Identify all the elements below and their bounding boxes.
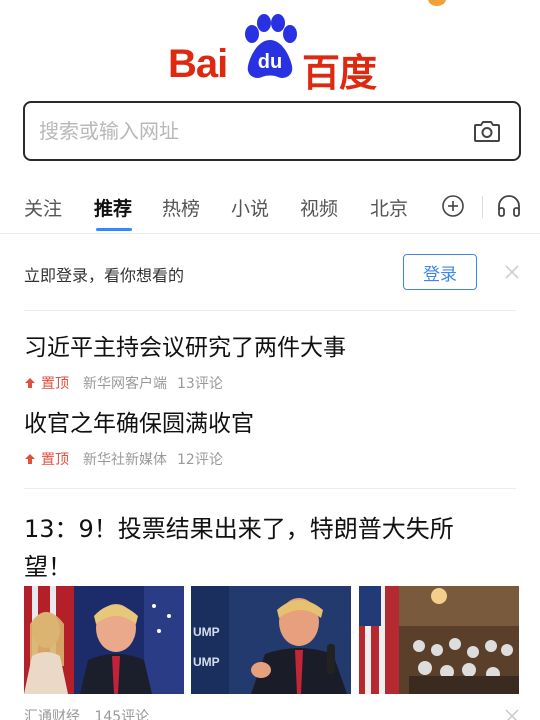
baidu-logo: Bai du 百度	[0, 14, 540, 95]
comment-count: 145评论	[94, 709, 150, 720]
news-meta: 置顶 新华社新媒体 12评论	[24, 449, 223, 469]
search-box[interactable]	[23, 101, 521, 161]
status-indicator	[428, 0, 446, 6]
comment-count: 13评论	[177, 376, 223, 392]
paw-logo-icon: du	[245, 14, 297, 78]
news-source: 汇通财经	[24, 709, 80, 720]
divider	[24, 488, 516, 489]
channel-tabs: 关注 推荐 热榜 小说 视频 北京	[0, 188, 540, 232]
search-input[interactable]	[39, 103, 459, 159]
pin-arrow-icon	[25, 454, 35, 464]
tab-recommend[interactable]: 推荐	[94, 194, 132, 221]
backdrop-text-ump: UMP	[193, 625, 220, 639]
active-tab-indicator	[96, 228, 132, 231]
thumbnail-image[interactable]: UMP UMP	[191, 586, 351, 694]
close-icon[interactable]	[504, 708, 520, 720]
add-channel-icon[interactable]	[441, 194, 465, 218]
headphones-icon[interactable]	[496, 194, 522, 218]
logo-text-du: du	[258, 51, 282, 73]
divider	[24, 310, 516, 311]
comment-count: 12评论	[177, 452, 223, 468]
news-source: 新华社新媒体	[83, 452, 167, 468]
feature-image-row[interactable]: UMP UMP	[24, 586, 519, 694]
pin-arrow-icon	[25, 378, 35, 388]
news-meta: 置顶 新华网客户端 13评论	[24, 373, 223, 393]
news-title[interactable]: 习近平主持会议研究了两件大事	[24, 330, 346, 366]
tab-follow[interactable]: 关注	[24, 194, 62, 221]
tab-beijing[interactable]: 北京	[370, 194, 408, 221]
tab-separator	[482, 196, 483, 218]
tabs-divider	[0, 233, 540, 234]
login-prompt-text: 立即登录，看你想看的	[24, 266, 185, 285]
logo-text-baidu-cn: 百度	[302, 51, 377, 95]
thumbnail-image[interactable]	[24, 586, 184, 694]
pinned-badge: 置顶	[41, 452, 69, 468]
feature-meta: 汇通财经 145评论	[24, 706, 159, 720]
pinned-badge: 置顶	[41, 376, 69, 392]
login-button[interactable]: 登录	[403, 254, 477, 290]
tab-video[interactable]: 视频	[300, 194, 338, 221]
tab-novel[interactable]: 小说	[231, 194, 269, 221]
news-source: 新华网客户端	[83, 376, 167, 392]
tab-hot[interactable]: 热榜	[162, 194, 200, 221]
news-title[interactable]: 收官之年确保圆满收官	[24, 406, 254, 442]
camera-icon[interactable]	[473, 119, 501, 143]
feature-title[interactable]: 13：9！投票结果出来了，特朗普大失所望！	[24, 510, 494, 586]
close-icon[interactable]	[504, 264, 520, 280]
logo-text-bai: Bai	[168, 42, 228, 86]
thumbnail-image[interactable]	[359, 586, 519, 694]
backdrop-text-ump: UMP	[193, 655, 220, 669]
